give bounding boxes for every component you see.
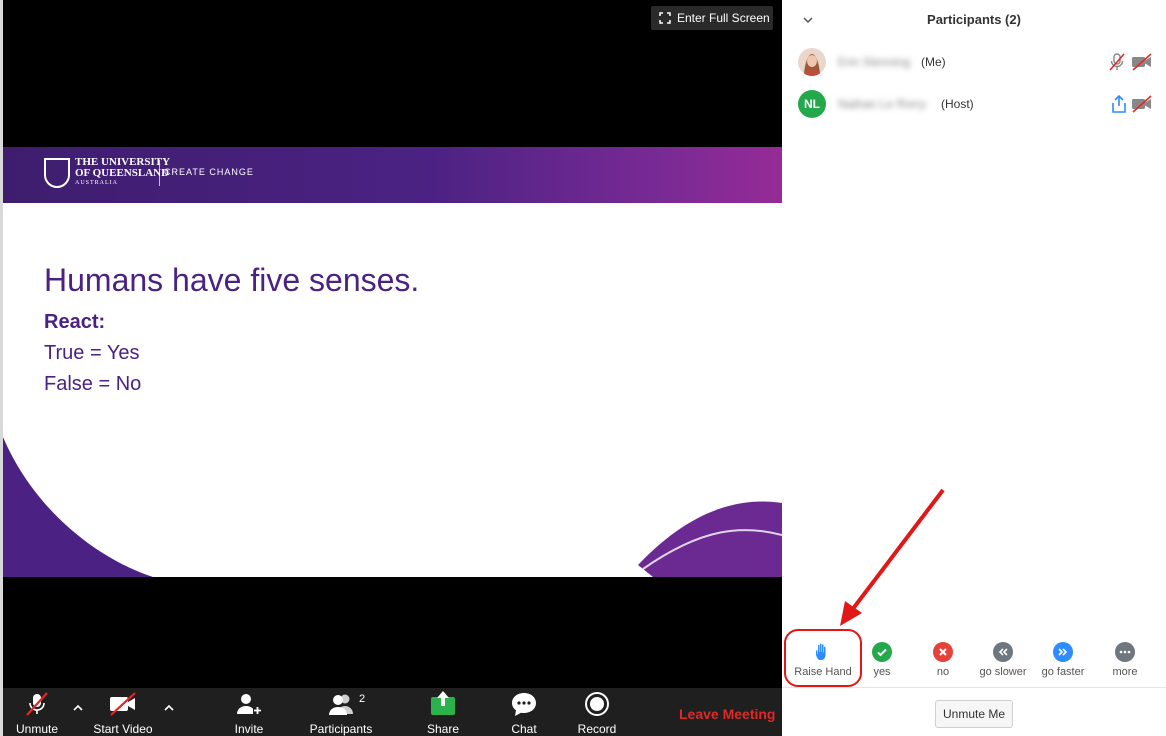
chat-button[interactable]: Chat bbox=[494, 688, 554, 736]
participants-panel: Participants (2) Erin Stenning (Me) NL N… bbox=[782, 0, 1166, 736]
raise-hand-annotation-circle bbox=[784, 629, 862, 687]
sharing-screen-icon[interactable] bbox=[1110, 94, 1128, 114]
enter-full-screen-button[interactable]: Enter Full Screen bbox=[651, 6, 773, 30]
presentation-slide: THE UNIVERSITY OF QUEENSLAND AUSTRALIA C… bbox=[3, 147, 782, 577]
no-label: no bbox=[936, 666, 950, 678]
record-button[interactable]: Record bbox=[567, 688, 627, 736]
participant-row[interactable]: NL Nathan Le Rorry (Host) bbox=[798, 90, 1156, 120]
x-icon bbox=[933, 642, 953, 662]
unmute-button[interactable]: Unmute bbox=[7, 688, 67, 736]
more-icon bbox=[1115, 642, 1135, 662]
participant-name: Erin Stenning bbox=[838, 55, 911, 69]
unmute-label: Unmute bbox=[15, 722, 59, 736]
microphone-muted-icon[interactable] bbox=[1107, 52, 1127, 72]
microphone-muted-icon bbox=[24, 688, 50, 719]
participants-button[interactable]: Participants bbox=[301, 688, 381, 736]
meeting-toolbar: Unmute Start Video Invite Participants 2… bbox=[3, 688, 783, 736]
participant-role: (Me) bbox=[921, 55, 946, 69]
leave-meeting-button[interactable]: Leave Meeting bbox=[679, 706, 775, 722]
rewind-icon bbox=[993, 642, 1013, 662]
slide-false-line: False = No bbox=[44, 373, 142, 395]
go-faster-button[interactable]: go faster bbox=[1033, 632, 1093, 684]
avatar: NL bbox=[798, 90, 826, 118]
reactions-bar: Raise Hand yes no go slower go faster mo… bbox=[782, 629, 1166, 688]
yes-label: yes bbox=[873, 666, 891, 678]
slide-react-label: React: bbox=[44, 311, 106, 333]
video-off-icon[interactable] bbox=[1131, 94, 1153, 114]
shared-screen-area: Enter Full Screen THE UNIVERSITY OF QUEE… bbox=[0, 0, 782, 688]
go-faster-label: go faster bbox=[1041, 666, 1085, 678]
share-button[interactable]: Share bbox=[413, 688, 473, 736]
avatar bbox=[798, 48, 826, 76]
record-icon bbox=[584, 688, 610, 719]
enter-full-screen-label: Enter Full Screen bbox=[677, 11, 770, 25]
fast-forward-icon bbox=[1053, 642, 1073, 662]
chat-bubble-icon bbox=[510, 688, 538, 719]
start-video-label: Start Video bbox=[93, 722, 153, 736]
slide-title: Humans have five senses. bbox=[44, 262, 420, 298]
chat-label: Chat bbox=[511, 722, 537, 736]
video-off-icon[interactable] bbox=[1131, 52, 1153, 72]
participant-role: (Host) bbox=[941, 97, 974, 111]
share-screen-icon bbox=[429, 688, 457, 719]
start-video-button[interactable]: Start Video bbox=[88, 688, 158, 736]
unmute-me-button[interactable]: Unmute Me bbox=[935, 700, 1013, 728]
no-button[interactable]: no bbox=[913, 632, 973, 684]
participants-icon bbox=[325, 688, 357, 719]
participant-name: Nathan Le Rorry bbox=[838, 97, 927, 111]
video-off-icon bbox=[108, 688, 138, 719]
slide-true-line: True = Yes bbox=[44, 342, 140, 364]
audio-options-caret-icon[interactable] bbox=[72, 702, 84, 714]
participant-row[interactable]: Erin Stenning (Me) bbox=[798, 48, 1156, 78]
zoom-meeting-window: Enter Full Screen THE UNIVERSITY OF QUEE… bbox=[0, 0, 1166, 736]
video-options-caret-icon[interactable] bbox=[163, 702, 175, 714]
participants-panel-title: Participants (2) bbox=[927, 12, 1021, 27]
invite-button[interactable]: Invite bbox=[219, 688, 279, 736]
more-label: more bbox=[1112, 666, 1138, 678]
invite-label: Invite bbox=[234, 722, 264, 736]
go-slower-button[interactable]: go slower bbox=[973, 632, 1033, 684]
add-person-icon bbox=[235, 688, 263, 719]
share-label: Share bbox=[426, 722, 460, 736]
window-left-border bbox=[0, 0, 3, 736]
fullscreen-icon bbox=[659, 12, 671, 24]
check-icon bbox=[872, 642, 892, 662]
record-label: Record bbox=[577, 722, 617, 736]
go-slower-label: go slower bbox=[979, 666, 1027, 678]
more-button[interactable]: more bbox=[1095, 632, 1155, 684]
participants-count-badge: 2 bbox=[359, 693, 366, 705]
participants-label: Participants bbox=[309, 722, 373, 736]
